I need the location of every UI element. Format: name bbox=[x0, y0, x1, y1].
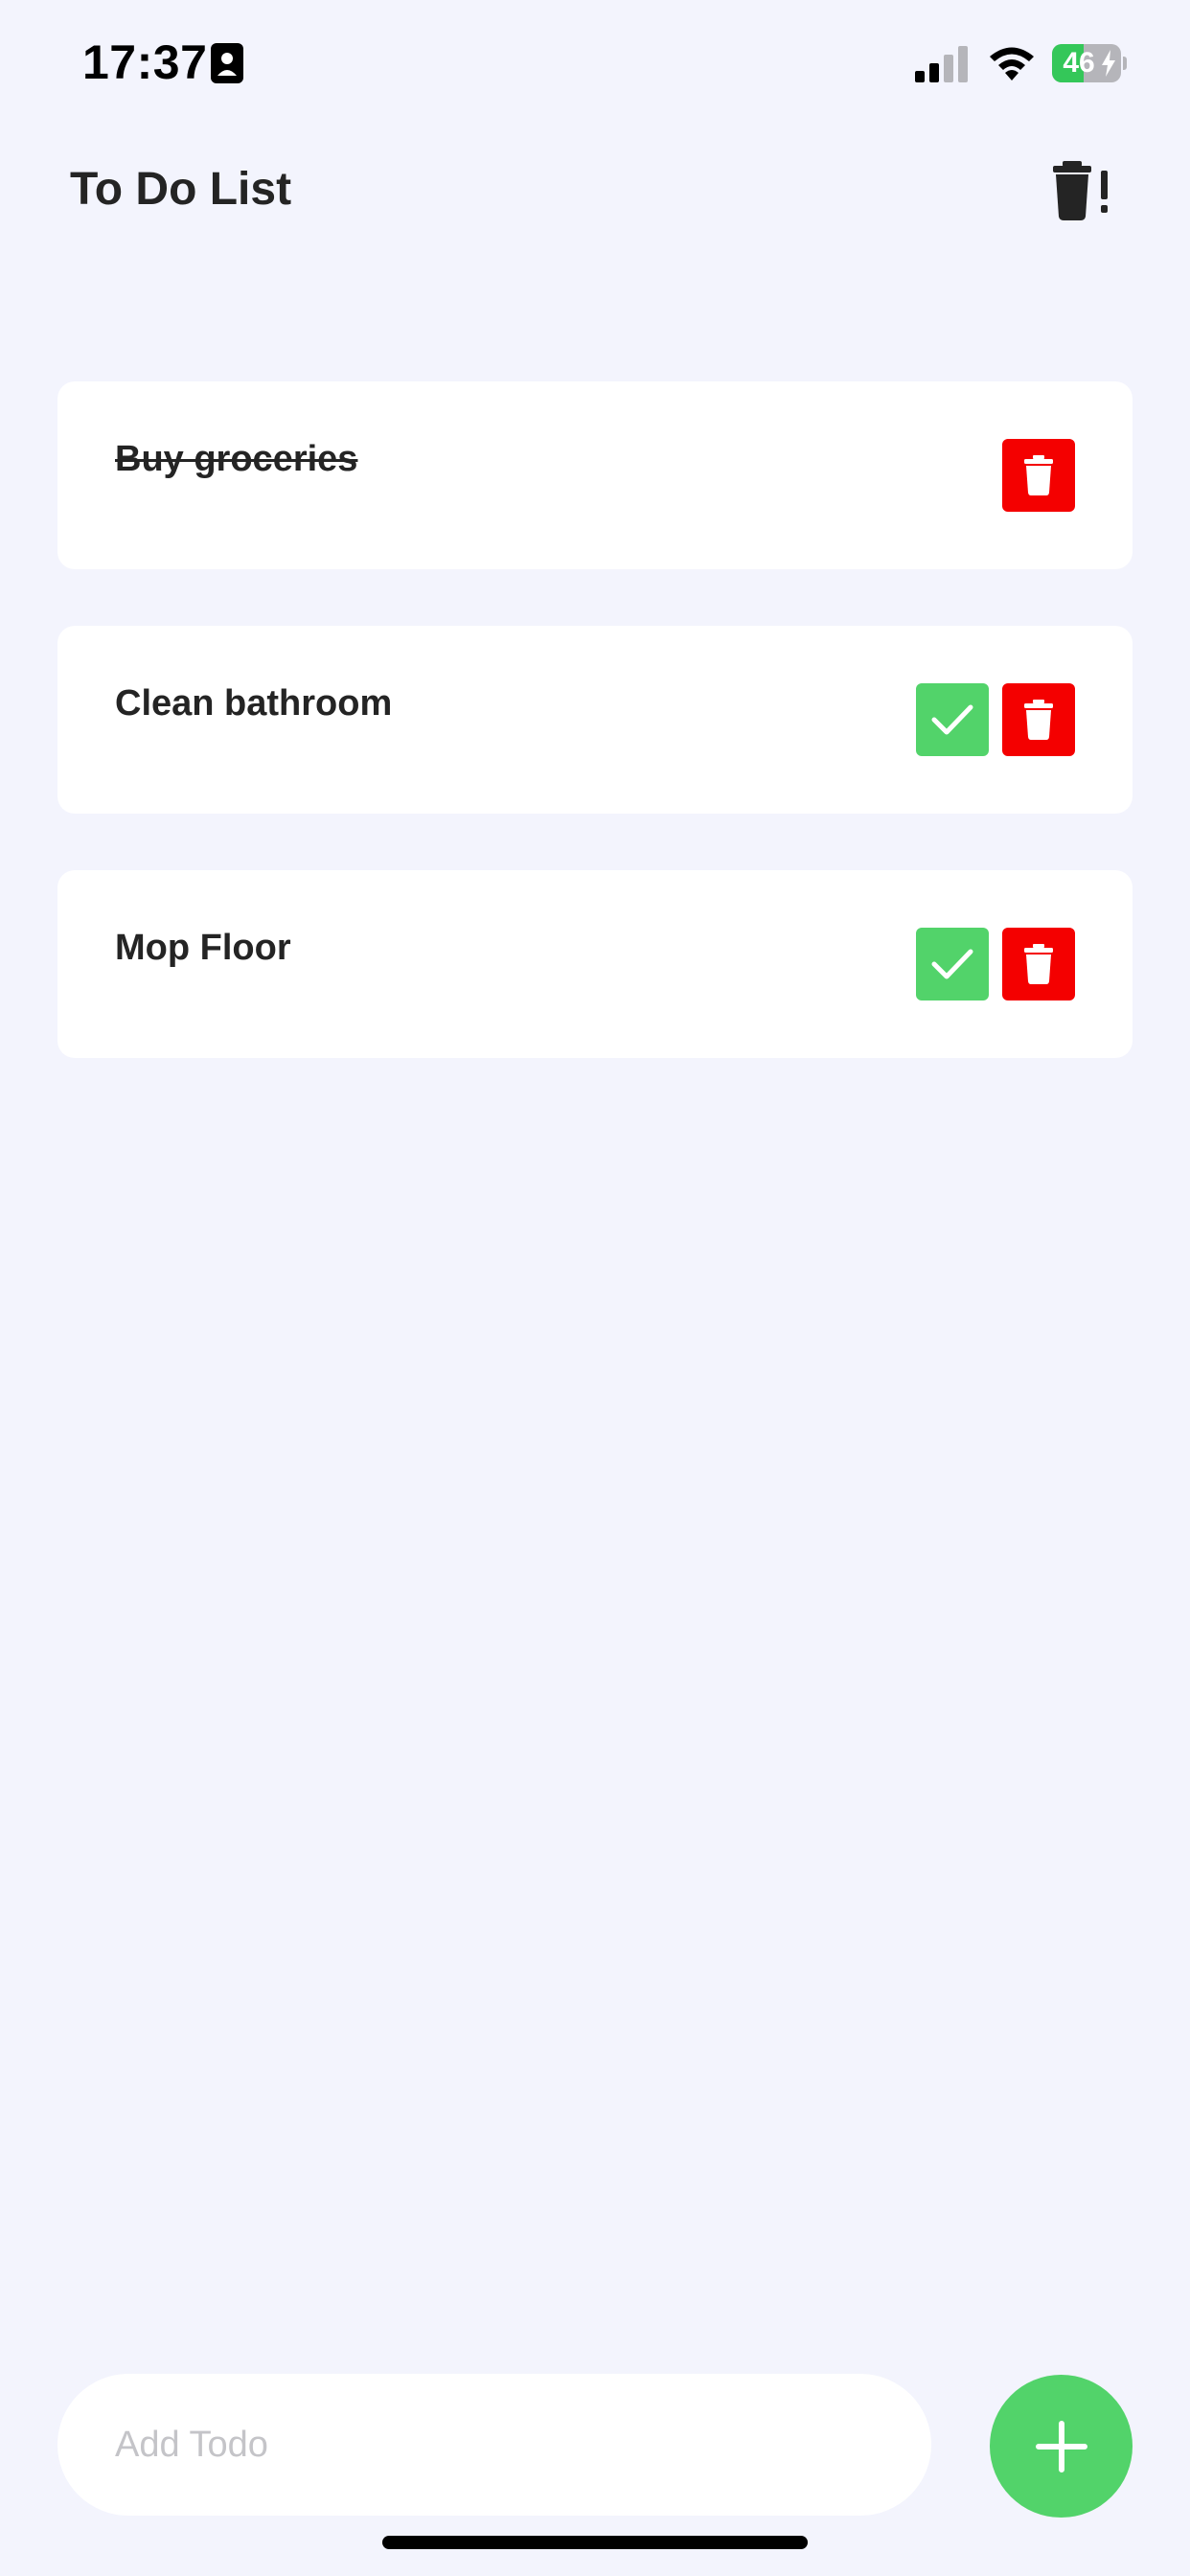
clear-all-button[interactable] bbox=[1049, 161, 1116, 220]
contact-card-icon bbox=[211, 43, 243, 83]
delete-button[interactable] bbox=[1002, 683, 1075, 756]
todo-item: Mop Floor bbox=[57, 870, 1133, 1058]
todo-item: Buy groceries bbox=[57, 381, 1133, 569]
complete-button[interactable] bbox=[916, 683, 989, 756]
wifi-icon bbox=[990, 47, 1034, 80]
todo-text: Buy groceries bbox=[115, 439, 358, 479]
trash-icon bbox=[1024, 944, 1053, 984]
checkmark-icon bbox=[931, 704, 973, 735]
trash-icon bbox=[1024, 455, 1053, 495]
add-todo-input[interactable] bbox=[57, 2374, 931, 2516]
todo-text: Clean bathroom bbox=[115, 683, 393, 724]
delete-button[interactable] bbox=[1002, 928, 1075, 1000]
status-bar: 17:37 46 bbox=[0, 0, 1190, 134]
complete-button[interactable] bbox=[916, 928, 989, 1000]
todo-actions bbox=[1002, 439, 1075, 512]
trash-icon bbox=[1024, 700, 1053, 740]
trash-exclamation-icon bbox=[1053, 161, 1108, 220]
battery-level: 46 bbox=[1063, 47, 1095, 79]
todo-item: Clean bathroom bbox=[57, 626, 1133, 814]
plus-icon bbox=[1035, 2420, 1087, 2472]
page-title: To Do List bbox=[70, 164, 292, 215]
add-todo-button[interactable] bbox=[990, 2375, 1133, 2518]
todo-actions bbox=[916, 928, 1075, 1000]
todo-list: Buy groceries Clean bathroom Mop Floor bbox=[57, 381, 1133, 1115]
home-indicator bbox=[382, 2536, 808, 2549]
cellular-signal-icon bbox=[915, 46, 968, 82]
delete-button[interactable] bbox=[1002, 439, 1075, 512]
battery-charging-icon: 46 bbox=[1052, 44, 1127, 82]
todo-text: Mop Floor bbox=[115, 928, 291, 968]
checkmark-icon bbox=[931, 949, 973, 979]
status-time: 17:37 bbox=[82, 35, 208, 89]
todo-actions bbox=[916, 683, 1075, 756]
charging-bolt-icon bbox=[1102, 50, 1115, 77]
